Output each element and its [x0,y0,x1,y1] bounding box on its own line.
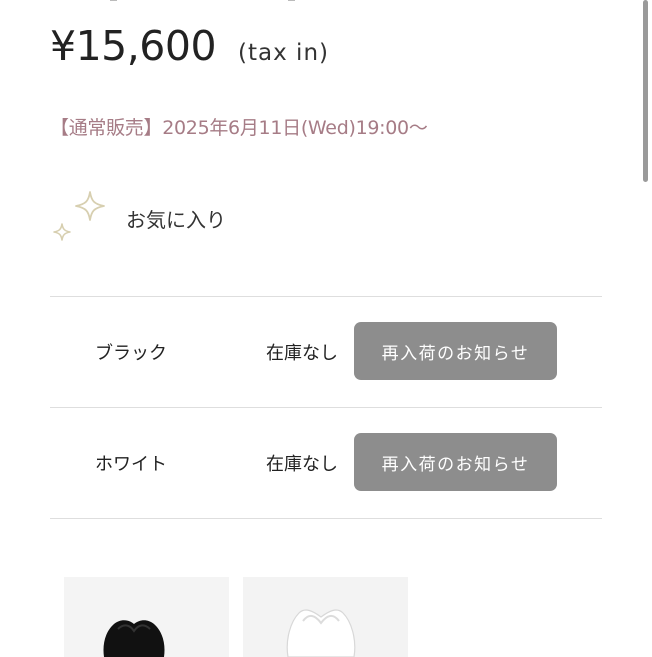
favorite-button[interactable]: お気に入り [50,188,310,252]
variant-name: ホワイト [95,454,167,475]
product-price: ¥15,600 [50,22,217,70]
restock-notify-button[interactable]: 再入荷のお知らせ [354,322,557,380]
tax-note: (tax in) [238,40,329,66]
variant-row-white: ホワイト 在庫なし 再入荷のお知らせ [50,408,602,518]
sparkle-icon [53,191,105,241]
price-row: ¥15,600 (tax in) [50,22,329,76]
variant-name: ブラック [95,343,167,364]
product-thumbnail-white-image [243,577,408,657]
scrollbar[interactable] [643,0,648,182]
stock-status: 在庫なし [266,343,338,364]
product-thumbnail-black-image [64,577,229,657]
previous-title-fragment [110,0,300,2]
variant-row-black: ブラック 在庫なし 再入荷のお知らせ [50,297,602,407]
thumbnail-white[interactable] [243,577,408,657]
favorite-label: お気に入り [126,208,226,232]
sale-info: 【通常販売】2025年6月11日(Wed)19:00〜 [50,117,428,139]
divider [50,518,602,519]
stock-status: 在庫なし [266,454,338,475]
restock-notify-button[interactable]: 再入荷のお知らせ [354,433,557,491]
thumbnail-black[interactable] [64,577,229,657]
